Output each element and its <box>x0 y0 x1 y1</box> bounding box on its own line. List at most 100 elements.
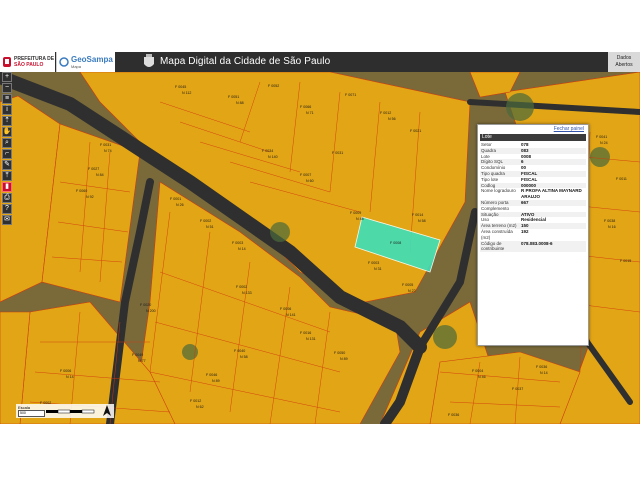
svg-text:F 0015: F 0015 <box>620 259 631 263</box>
coat-of-arms-icon <box>144 54 154 67</box>
search-icon[interactable]: ⌕ <box>2 138 12 148</box>
svg-text:F 0040: F 0040 <box>234 349 245 353</box>
upload-icon[interactable]: ⤒ <box>2 171 12 181</box>
lot-info-panel: Fechar painel Lote Setor 078 Quadra 083 Lote… <box>477 124 589 346</box>
svg-text:N 51: N 51 <box>206 225 214 229</box>
svg-text:N 77: N 77 <box>138 359 146 363</box>
svg-text:F 0007: F 0007 <box>300 173 311 177</box>
svg-text:F 0011: F 0011 <box>616 177 627 181</box>
svg-text:F 0050: F 0050 <box>334 351 345 355</box>
svg-text:N 89: N 89 <box>340 357 348 361</box>
mail-icon[interactable]: ✉ <box>2 215 12 225</box>
svg-text:N 141: N 141 <box>286 313 296 317</box>
svg-text:N 62: N 62 <box>196 405 204 409</box>
svg-text:N 71: N 71 <box>306 111 314 115</box>
scale-ruler <box>46 409 95 414</box>
geosampa-icon <box>59 57 69 67</box>
draw-icon[interactable]: ✎ <box>2 160 12 170</box>
svg-text:F 0021: F 0021 <box>410 129 421 133</box>
svg-text:N 22: N 22 <box>408 289 416 293</box>
attribute-value: 192 <box>521 228 529 234</box>
svg-text:F 0012: F 0012 <box>190 399 201 403</box>
print-icon[interactable]: ⎙ <box>2 193 12 203</box>
top-margin <box>0 0 640 52</box>
logo-line2: SÃO PAULO <box>14 62 44 68</box>
svg-text:N 200: N 200 <box>146 309 156 313</box>
svg-text:F 0012: F 0012 <box>380 111 391 115</box>
svg-text:F 0034: F 0034 <box>262 149 273 153</box>
prefeitura-logo[interactable]: PREFEITURA DE SÃO PAULO <box>0 52 55 72</box>
help-icon[interactable]: ? <box>2 204 12 214</box>
svg-text:F 0001: F 0001 <box>170 197 181 201</box>
svg-text:F 0031: F 0031 <box>332 151 343 155</box>
svg-text:F 0036: F 0036 <box>536 365 547 369</box>
svg-text:F 0006: F 0006 <box>280 307 291 311</box>
svg-text:N 14: N 14 <box>540 371 548 375</box>
svg-text:N 60: N 60 <box>306 179 314 183</box>
panel-header: Lote <box>480 134 586 141</box>
attribute-value: R PROFA ALTINA MAYNARD ARAUJO <box>521 188 582 200</box>
geosampa-name: GeoSampa <box>71 55 113 64</box>
svg-text:F 0002: F 0002 <box>200 219 211 223</box>
app-header: PREFEITURA DE SÃO PAULO GeoSampa Mapa Ma… <box>0 52 640 72</box>
bookmark-icon[interactable]: ▮ <box>2 182 12 192</box>
svg-text:N 26: N 26 <box>176 203 184 207</box>
attribute-key: Código de contribuinte <box>481 240 505 252</box>
geosampa-subtitle: Mapa <box>71 64 82 69</box>
city-emblem-icon <box>3 57 11 67</box>
svg-text:N 58: N 58 <box>240 355 248 359</box>
svg-text:F 0037: F 0037 <box>512 387 523 391</box>
svg-text:F 0066: F 0066 <box>300 105 311 109</box>
svg-text:N 58: N 58 <box>418 219 426 223</box>
svg-text:F 0002: F 0002 <box>236 285 247 289</box>
svg-text:N 24: N 24 <box>600 141 608 145</box>
svg-text:N 131: N 131 <box>306 337 316 341</box>
svg-text:N 46: N 46 <box>478 375 486 379</box>
open-data-line1: Dados <box>616 55 632 61</box>
svg-text:F 0020: F 0020 <box>140 303 151 307</box>
measure-icon[interactable]: ⌐ <box>2 149 12 159</box>
navigate-icon[interactable]: ⇡ <box>2 116 12 126</box>
svg-text:F 0046: F 0046 <box>206 373 217 377</box>
svg-text:N 14: N 14 <box>66 375 74 379</box>
svg-text:F 0009: F 0009 <box>350 211 361 215</box>
geosampa-logo[interactable]: GeoSampa Mapa <box>56 52 115 72</box>
lot-attributes-table: Setor 078 Quadra 083 Lote 0008 Dígito SQL 6 Cond… <box>480 142 586 253</box>
svg-text:N 92: N 92 <box>86 195 94 199</box>
svg-text:F 0004: F 0004 <box>472 369 483 373</box>
svg-text:N 133: N 133 <box>242 291 252 295</box>
attribute-value: 078.083.0008-6 <box>521 240 553 246</box>
layers-icon[interactable]: ≡ <box>2 94 12 104</box>
geosampa-app: PREFEITURA DE SÃO PAULO GeoSampa Mapa Ma… <box>0 0 640 480</box>
close-panel-link[interactable]: Fechar painel <box>554 126 584 132</box>
north-arrow-icon <box>103 405 111 416</box>
attribute-row: Código de contribuinte 078.083.0008-6 <box>480 240 586 253</box>
svg-text:N 48: N 48 <box>356 217 364 221</box>
scale-input[interactable]: 500 <box>18 410 45 417</box>
svg-text:F 0031: F 0031 <box>100 143 111 147</box>
attribute-row: Área construída (m2) 192 <box>480 229 586 241</box>
open-data-button[interactable]: Dados Abertos <box>608 52 640 72</box>
svg-text:F 0003: F 0003 <box>232 241 243 245</box>
open-data-line2: Abertos <box>615 62 633 68</box>
svg-text:F 0027: F 0027 <box>88 167 99 171</box>
svg-text:F 0005: F 0005 <box>402 283 413 287</box>
svg-text:F 0051: F 0051 <box>228 95 239 99</box>
svg-text:F 0041: F 0041 <box>596 135 607 139</box>
page-title: Mapa Digital da Cidade de São Paulo <box>160 56 331 67</box>
svg-text:F 0014: F 0014 <box>412 213 423 217</box>
svg-text:F 0049: F 0049 <box>132 353 143 357</box>
svg-text:N 74: N 74 <box>104 149 112 153</box>
svg-text:N 112: N 112 <box>182 91 191 95</box>
zoom-in-icon[interactable]: + <box>2 72 12 82</box>
svg-text:N 89: N 89 <box>212 379 220 383</box>
zoom-out-icon[interactable]: − <box>2 83 12 93</box>
scale-bar: Escala 500 <box>16 404 114 418</box>
svg-text:F 0003: F 0003 <box>368 261 379 265</box>
pan-icon[interactable]: ✋ <box>2 127 12 137</box>
attribute-key: Nome logradouro <box>481 188 516 194</box>
info-icon[interactable]: i <box>2 105 12 115</box>
svg-text:N 31: N 31 <box>374 267 382 271</box>
svg-text:F 0045: F 0045 <box>175 85 186 89</box>
svg-text:N 14: N 14 <box>238 247 246 251</box>
